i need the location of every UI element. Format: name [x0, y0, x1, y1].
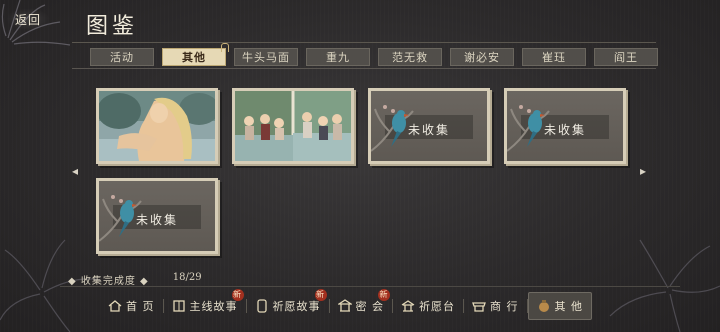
bottom-nav: 首 页 新 主线故事 新 祈愿故事 新 密 会 祈愿台 商 行 其 他 — [100, 289, 592, 320]
nav-shop[interactable]: 商 行 — [464, 293, 527, 319]
nav-label: 主线故事 — [189, 300, 238, 313]
new-badge: 新 — [231, 289, 244, 301]
nav-label: 首 页 — [126, 300, 155, 313]
nav-label: 商 行 — [490, 300, 519, 313]
gallery-card-unlocked[interactable] — [232, 88, 354, 164]
gallery-card-locked[interactable]: 未收集 — [368, 88, 490, 164]
divider — [72, 42, 656, 43]
nav-label: 祈愿台 — [419, 300, 455, 313]
illustration-thumbnail — [235, 91, 351, 161]
scroll-icon — [256, 299, 267, 313]
back-button[interactable]: 返回 — [6, 8, 50, 30]
nav-label: 祈愿故事 — [272, 300, 321, 313]
shop-icon — [472, 302, 486, 312]
gallery-card-locked[interactable]: 未收集 — [504, 88, 626, 164]
nav-label: 其 他 — [554, 300, 583, 313]
pavilion-icon — [337, 299, 352, 312]
home-icon — [108, 300, 122, 312]
tab-yanwang[interactable]: 阎王 — [594, 48, 658, 66]
new-badge: 新 — [314, 289, 327, 301]
divider — [60, 286, 680, 287]
spider-lily-decoration-bottom-right — [609, 239, 720, 332]
nav-wish-altar[interactable]: 祈愿台 — [393, 293, 463, 319]
tab-other[interactable]: 其他 — [162, 43, 229, 66]
tab-cui-jue[interactable]: 崔珏 — [522, 48, 586, 66]
tab-fan-wujiu[interactable]: 范无救 — [378, 48, 442, 66]
book-icon — [172, 300, 185, 312]
nav-other[interactable]: 其 他 — [527, 292, 592, 320]
nav-main-story[interactable]: 新 主线故事 — [164, 289, 246, 319]
next-page-arrow-icon[interactable]: ▸ — [640, 164, 646, 178]
progress-value: 18/29 — [172, 272, 202, 283]
nav-wish-story[interactable]: 新 祈愿故事 — [247, 289, 329, 319]
tab-xie-bian[interactable]: 谢必安 — [450, 48, 514, 66]
uncollected-label: 未收集 — [407, 123, 450, 137]
progress-label: ◆ 收集完成度 ◆ — [68, 276, 149, 287]
nav-secret-meeting[interactable]: 新 密 会 — [330, 289, 393, 319]
gallery-card-unlocked[interactable] — [96, 88, 218, 164]
category-tabs: 活动 其他 牛头马面 重九 范无救 谢必安 崔珏 阎王 — [90, 43, 658, 66]
divider — [72, 68, 656, 69]
page-title: 图鉴 — [86, 14, 139, 39]
nav-home[interactable]: 首 页 — [100, 293, 163, 319]
collection-progress: ◆ 收集完成度 ◆ 18/29 — [68, 272, 202, 287]
pouch-icon — [538, 300, 549, 312]
uncollected-label: 未收集 — [135, 213, 178, 227]
new-badge: 新 — [378, 289, 390, 301]
tab-niutou-mamian[interactable]: 牛头马面 — [234, 48, 298, 66]
prev-page-arrow-icon[interactable]: ◂ — [72, 164, 78, 178]
illustration-thumbnail — [99, 91, 215, 161]
altar-icon — [401, 300, 415, 312]
nav-label: 密 会 — [355, 300, 384, 313]
tab-activity[interactable]: 活动 — [90, 48, 154, 66]
gallery-card-locked[interactable]: 未收集 — [96, 178, 218, 254]
tab-chongjiu[interactable]: 重九 — [306, 48, 370, 66]
uncollected-label: 未收集 — [543, 123, 586, 137]
